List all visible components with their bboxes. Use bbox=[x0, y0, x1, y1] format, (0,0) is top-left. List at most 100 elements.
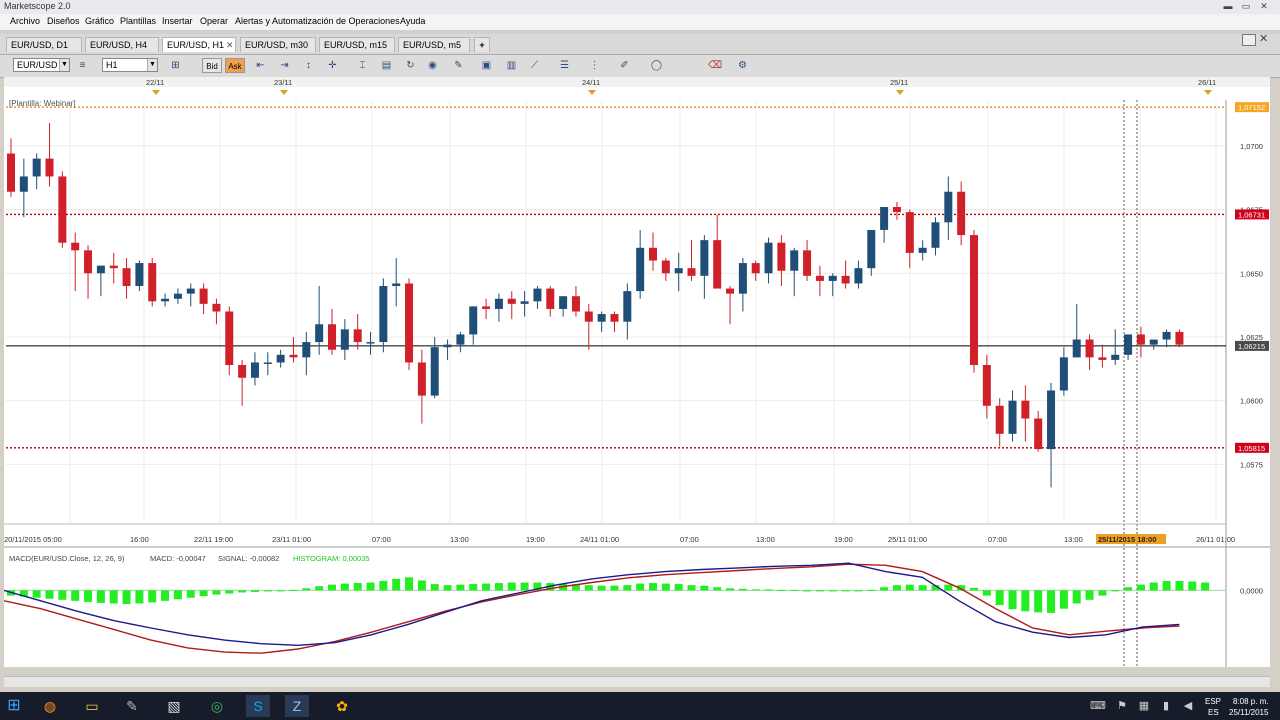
menu-insertar[interactable]: Insertar bbox=[162, 16, 193, 26]
chrome-icon[interactable]: ◎ bbox=[205, 695, 229, 717]
time-tick-label: 19:00 bbox=[834, 535, 853, 544]
macd-histogram-bar bbox=[982, 590, 991, 596]
candle-body bbox=[1072, 339, 1081, 358]
macd-histogram-bar bbox=[186, 590, 195, 598]
candle-body bbox=[700, 240, 709, 276]
menu-ayuda[interactable]: Ayuda bbox=[400, 16, 425, 26]
candle-body bbox=[1136, 334, 1145, 345]
marketscope-icon[interactable]: Z bbox=[285, 695, 309, 717]
draw-tool-icon[interactable]: ✐ bbox=[618, 59, 631, 72]
macd-histogram-bar bbox=[71, 590, 80, 601]
minimize-button[interactable]: ▬ bbox=[1222, 2, 1234, 11]
candle-body bbox=[32, 158, 41, 177]
macd-zero-label: 0,0000 bbox=[1240, 586, 1263, 595]
tab-eurusd-m30[interactable]: EUR/USD, m30 bbox=[240, 37, 316, 52]
eraser-icon[interactable]: ⌫ bbox=[708, 59, 722, 72]
flag-icon[interactable]: ⚑ bbox=[1110, 695, 1134, 717]
paint-icon[interactable]: ▧ bbox=[162, 695, 186, 717]
tab-eurusd-h4[interactable]: EUR/USD, H4 bbox=[85, 37, 159, 52]
ask-button[interactable]: Ask bbox=[225, 58, 245, 73]
macd-histogram-bar bbox=[828, 590, 837, 592]
fit-icon[interactable]: ↕ bbox=[302, 59, 315, 72]
candle-body bbox=[45, 158, 54, 177]
horizontal-scrollbar[interactable] bbox=[4, 676, 1270, 687]
candle-body bbox=[494, 298, 503, 309]
shape-icon[interactable]: ◯ bbox=[650, 59, 663, 72]
crosshair-cursor bbox=[1123, 100, 1138, 667]
candle-body bbox=[828, 275, 837, 281]
candle-body bbox=[225, 311, 234, 366]
macd-histogram-bar bbox=[212, 590, 221, 595]
price-chart-svg[interactable]: 22/1123/1124/1125/1126/11 1,07001,06751,… bbox=[3, 77, 1270, 667]
macd-histogram-bar bbox=[880, 587, 889, 591]
tools-icon[interactable]: ✎ bbox=[120, 695, 144, 717]
candle-body bbox=[96, 265, 105, 274]
candle-body bbox=[713, 240, 722, 289]
cursor-icon[interactable]: ⌶ bbox=[356, 59, 369, 72]
image-icon[interactable]: ▣ bbox=[480, 59, 493, 72]
menu-operar[interactable]: Operar bbox=[200, 16, 228, 26]
candle-body bbox=[1059, 357, 1068, 391]
refresh-icon[interactable]: ↻ bbox=[404, 59, 417, 72]
day-marker-icon bbox=[896, 90, 904, 95]
close-button[interactable]: ✕ bbox=[1258, 2, 1270, 11]
symbol-select-value: EUR/USD bbox=[17, 60, 58, 70]
candle-body bbox=[238, 365, 247, 378]
macd-histogram-bar bbox=[777, 589, 786, 591]
macd-histogram-bar bbox=[854, 590, 863, 592]
macd-histogram-bar bbox=[751, 589, 760, 591]
add-tab-button[interactable]: + bbox=[474, 37, 490, 52]
start-icon[interactable]: ⊞ bbox=[2, 695, 26, 717]
tab-eurusd-m15[interactable]: EUR/USD, m15 bbox=[319, 37, 395, 52]
zoom-out-icon[interactable]: ⇥ bbox=[278, 59, 291, 72]
tab-eurusd-m5[interactable]: EUR/USD, m5 bbox=[398, 37, 470, 52]
globe-icon[interactable]: ◉ bbox=[426, 59, 439, 72]
menu-alertas[interactable]: Alertas y Automatización de Operaciones bbox=[235, 16, 400, 26]
bid-button[interactable]: Bid bbox=[202, 58, 222, 73]
tab-eurusd-d1[interactable]: EUR/USD, D1 bbox=[6, 37, 82, 52]
timeframe-select[interactable]: H1 ▼ bbox=[102, 58, 158, 72]
menu-disenos[interactable]: Diseños bbox=[47, 16, 80, 26]
macd-histogram-bar bbox=[96, 590, 105, 603]
indicator-icon[interactable]: ⊞ bbox=[169, 59, 182, 72]
crosshair-icon[interactable]: ✛ bbox=[326, 59, 339, 72]
clock-time[interactable]: 8:08 p. m. bbox=[1233, 697, 1269, 706]
chart-area[interactable]: 22/1123/1124/1125/1126/11 1,07001,06751,… bbox=[3, 77, 1270, 667]
save-icon[interactable]: ▥ bbox=[505, 59, 518, 72]
macd-histogram-bar bbox=[649, 583, 657, 591]
battery-icon[interactable]: ▮ bbox=[1154, 695, 1178, 717]
price-grid bbox=[6, 100, 1227, 667]
network-icon[interactable]: ▦ bbox=[1132, 695, 1156, 717]
folder-icon[interactable]: ▭ bbox=[80, 695, 104, 717]
symbol-select[interactable]: EUR/USD ▼ bbox=[13, 58, 70, 72]
skype-icon[interactable]: S bbox=[246, 695, 270, 717]
keyboard-icon[interactable]: ⌨ bbox=[1086, 695, 1110, 717]
settings-icon[interactable]: ⚙ bbox=[736, 59, 749, 72]
menu-grafico[interactable]: Gráfico bbox=[85, 16, 114, 26]
chart-close-icon[interactable]: ✕ bbox=[1259, 32, 1268, 45]
macd-histogram-bar bbox=[379, 580, 388, 591]
line-tool-icon[interactable]: ⟋ bbox=[528, 59, 541, 72]
macd-histogram-bar bbox=[276, 590, 285, 592]
tab-eurusd-h1[interactable]: EUR/USD, H1 bbox=[162, 37, 236, 52]
maximize-button[interactable]: ▭ bbox=[1240, 2, 1252, 11]
time-tick-label: 16:00 bbox=[130, 535, 149, 544]
menu-plantillas[interactable]: Plantillas bbox=[120, 16, 156, 26]
candle-body bbox=[482, 306, 491, 309]
chart-restore-icon[interactable] bbox=[1242, 34, 1256, 46]
time-tick-label: 26/11 01:00 bbox=[1196, 535, 1235, 544]
zoom-in-icon[interactable]: ⇤ bbox=[254, 59, 267, 72]
candle-body bbox=[944, 191, 953, 223]
channel-tool-icon[interactable]: ☰ bbox=[558, 59, 571, 72]
firefox-icon[interactable]: ◍ bbox=[38, 695, 62, 717]
language-code[interactable]: ESP bbox=[1205, 697, 1221, 706]
volume-icon[interactable]: ◀ bbox=[1176, 695, 1200, 717]
macd-histogram-bar bbox=[918, 585, 927, 591]
chart-type-icon[interactable]: ≡ bbox=[76, 59, 89, 72]
settings-app-icon[interactable]: ✿ bbox=[330, 695, 354, 717]
fibonacci-icon[interactable]: ⋮ bbox=[588, 59, 601, 72]
pencil-icon[interactable]: ✎ bbox=[452, 59, 465, 72]
tab-close-icon[interactable]: ✕ bbox=[226, 40, 234, 51]
menu-archivo[interactable]: Archivo bbox=[10, 16, 40, 26]
scroll-icon[interactable]: ▤ bbox=[380, 59, 393, 72]
